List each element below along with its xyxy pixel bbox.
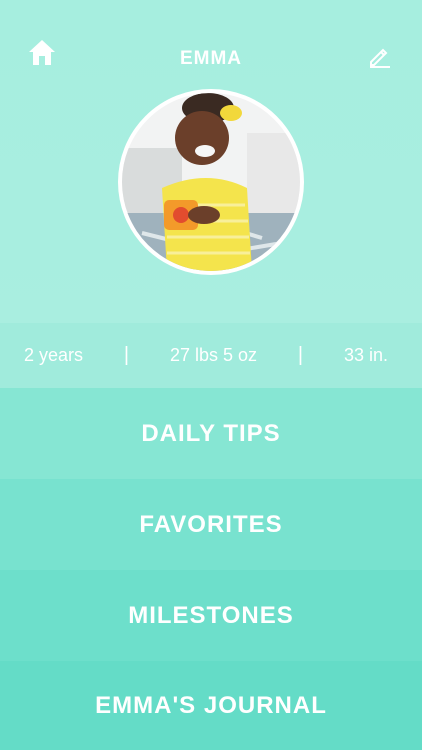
page-title: EMMA [179, 48, 243, 69]
menu-label: FAVORITES [139, 510, 283, 538]
profile-header: EMMA [0, 0, 422, 323]
stat-separator: | [123, 344, 130, 366]
menu-label: MILESTONES [128, 601, 294, 629]
age-stat: 2 years [24, 345, 84, 365]
menu-label: DAILY TIPS [141, 419, 281, 447]
child-photo-illustration [122, 93, 300, 271]
daily-tips-button[interactable]: DAILY TIPS [0, 388, 422, 479]
favorites-button[interactable]: FAVORITES [0, 479, 422, 570]
pencil-icon [370, 48, 390, 68]
edit-button[interactable] [368, 44, 392, 68]
stat-separator: | [297, 344, 304, 366]
profile-photo[interactable] [118, 89, 304, 275]
menu-label: EMMA'S JOURNAL [95, 691, 327, 719]
height-stat: 33 in. [343, 345, 388, 365]
journal-button[interactable]: EMMA'S JOURNAL [0, 661, 422, 750]
child-stats-bar: 2 years | 27 lbs 5 oz | 33 in. [0, 323, 422, 388]
weight-stat: 27 lbs 5 oz [169, 345, 258, 365]
milestones-button[interactable]: MILESTONES [0, 570, 422, 661]
